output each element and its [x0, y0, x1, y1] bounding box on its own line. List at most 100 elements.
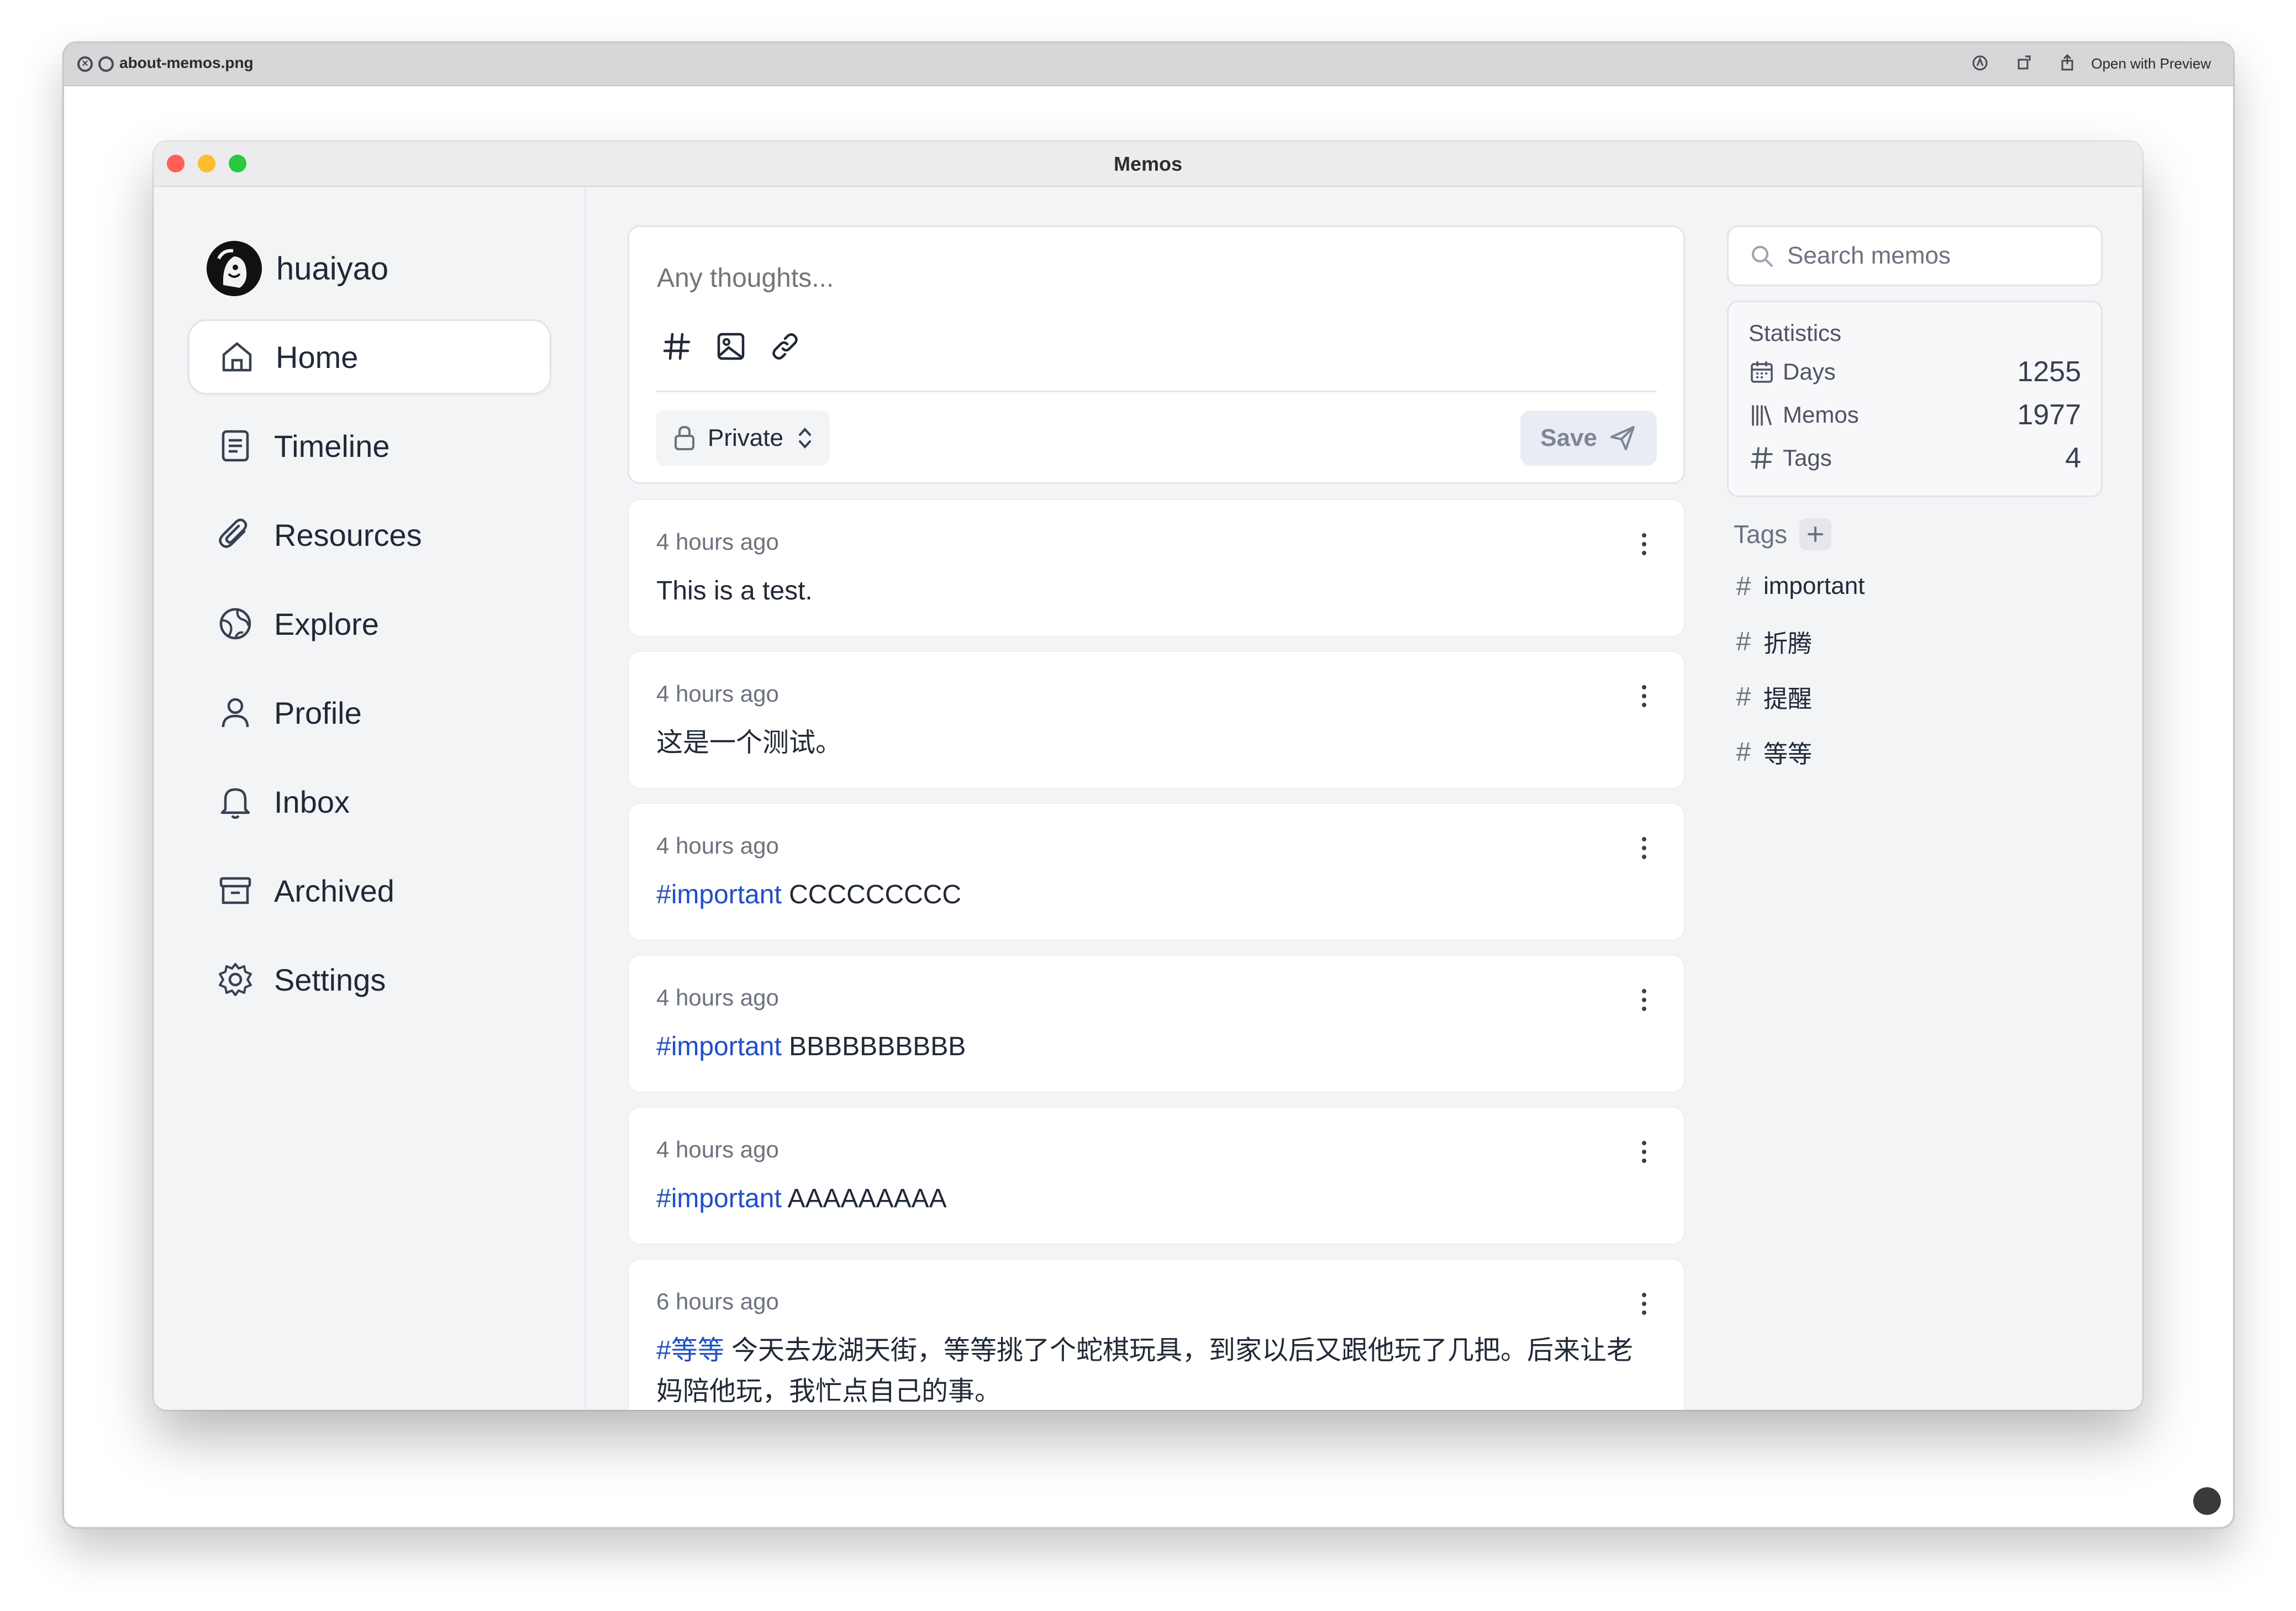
memo-card: 6 hours ago #等等 今天去龙湖天街，等等挑了个蛇棋玩具，到家以后又跟…	[628, 1259, 1685, 1410]
memo-body: CCCCCCCCC	[781, 880, 962, 909]
sidebar-item-label: Inbox	[274, 784, 350, 819]
calendar-icon	[1751, 361, 1773, 383]
fullscreen-icon[interactable]	[98, 56, 114, 72]
send-icon	[1610, 426, 1635, 450]
statistics-title: Statistics	[1749, 320, 1842, 346]
markup-icon[interactable]	[1970, 53, 1990, 73]
memo-input[interactable]	[656, 262, 1597, 294]
memo-timestamp: 4 hours ago	[656, 1136, 779, 1162]
memo-timestamp: 4 hours ago	[656, 833, 779, 859]
sidebar-item-label: Profile	[274, 695, 362, 730]
stat-label: Days	[1783, 359, 1836, 385]
sidebar-item-timeline[interactable]: Timeline	[188, 408, 551, 483]
tag-item[interactable]: # 等等	[1734, 733, 1812, 771]
paperclip-icon	[219, 518, 247, 548]
username: huaiyao	[276, 250, 389, 287]
globe-icon	[219, 608, 251, 640]
window-title: Memos	[1113, 152, 1183, 175]
sidebar-item-inbox[interactable]: Inbox	[188, 764, 551, 839]
more-vertical-icon[interactable]	[1633, 681, 1655, 712]
link-icon	[772, 333, 798, 360]
memos-app-window: Memos huaiyao Home Timeline Resources Ex…	[154, 141, 2142, 1410]
sidebar-item-home[interactable]: Home	[188, 319, 551, 394]
tag-name: important	[1763, 572, 1865, 599]
memo-body: 今天去龙湖天街，等等挑了个蛇棋玩具，到家以后又跟他玩了几把。后来让老妈陪他玩，我…	[656, 1336, 1634, 1406]
tag-item[interactable]: # 折腾	[1734, 622, 1812, 661]
search-icon	[1752, 246, 1773, 267]
user-icon	[222, 698, 249, 728]
insert-link-button[interactable]	[765, 327, 805, 366]
insert-image-button[interactable]	[711, 327, 751, 366]
save-label: Save	[1540, 424, 1597, 451]
sidebar-item-resources[interactable]: Resources	[188, 497, 551, 572]
memo-tag-link[interactable]: #important	[656, 1032, 782, 1061]
hash-icon: #	[1736, 626, 1751, 656]
add-tag-button[interactable]	[1799, 518, 1832, 550]
memo-tag-link[interactable]: #important	[656, 1184, 782, 1213]
memo-card: 4 hours ago This is a test.	[628, 499, 1685, 637]
rotate-icon[interactable]	[2014, 53, 2034, 73]
right-panel: Statistics Days 1255 Memos 1977 Tags 4 T…	[1727, 187, 2103, 1410]
memo-tag-link[interactable]: #等等	[656, 1336, 724, 1365]
memo-card: 4 hours ago #important CCCCCCCCC	[628, 803, 1685, 941]
sidebar-item-label: Explore	[274, 606, 379, 641]
library-icon	[1752, 405, 1772, 426]
tag-name: 提醒	[1763, 686, 1812, 713]
save-button[interactable]: Save	[1520, 410, 1657, 466]
memo-content: #important CCCCCCCCC	[656, 875, 1656, 915]
archive-icon	[219, 877, 251, 904]
lock-icon	[675, 425, 694, 450]
stat-memos: Memos 1977	[1749, 398, 2081, 431]
home-icon	[222, 342, 252, 372]
memo-content: This is a test.	[656, 571, 1656, 612]
sidebar-item-settings[interactable]: Settings	[188, 942, 551, 1017]
hash-icon: #	[1736, 682, 1751, 712]
sidebar-item-explore[interactable]: Explore	[188, 586, 551, 661]
memo-content: 这是一个测试。	[656, 723, 1656, 764]
tag-item[interactable]: # 提醒	[1734, 677, 1812, 716]
quicklook-toolbar: × about-memos.png Open with Preview	[64, 43, 2233, 86]
live-text-icon[interactable]	[2193, 1487, 2221, 1515]
memo-timestamp: 4 hours ago	[656, 984, 779, 1010]
app-titlebar: Memos	[154, 141, 2142, 187]
statistics-panel: Statistics Days 1255 Memos 1977 Tags 4	[1727, 301, 2103, 497]
editor-divider	[656, 391, 1657, 392]
sidebar-item-label: Resources	[274, 517, 422, 552]
memo-card: 4 hours ago #important AAAAAAAAA	[628, 1107, 1685, 1245]
memo-editor: Private Save	[628, 225, 1685, 484]
memo-content: #important BBBBBBBBBB	[656, 1026, 1656, 1067]
hash-icon: #	[1736, 571, 1751, 601]
more-vertical-icon[interactable]	[1633, 529, 1655, 560]
memo-content: #等等 今天去龙湖天街，等等挑了个蛇棋玩具，到家以后又跟他玩了几把。后来让老妈陪…	[656, 1330, 1656, 1410]
memo-body: This is a test.	[656, 576, 813, 606]
sidebar-item-label: Archived	[274, 873, 394, 908]
tag-name: 等等	[1763, 741, 1812, 768]
stat-tags: Tags 4	[1749, 441, 2081, 475]
visibility-selector[interactable]: Private	[656, 410, 830, 466]
more-vertical-icon[interactable]	[1633, 984, 1655, 1015]
search-input[interactable]	[1786, 241, 2098, 270]
sidebar-nav: Home Timeline Resources Explore Profile …	[188, 319, 551, 1031]
open-with-preview-button[interactable]: Open with Preview	[2081, 51, 2221, 76]
sidebar-item-archived[interactable]: Archived	[188, 853, 551, 928]
insert-tag-button[interactable]	[657, 327, 697, 366]
share-icon[interactable]	[2057, 53, 2077, 73]
more-vertical-icon[interactable]	[1633, 833, 1655, 864]
memo-timestamp: 4 hours ago	[656, 529, 779, 555]
more-vertical-icon[interactable]	[1633, 1136, 1655, 1167]
tag-item[interactable]: # important	[1734, 567, 1865, 606]
sidebar-item-label: Timeline	[274, 428, 390, 464]
visibility-label: Private	[708, 424, 783, 451]
close-icon[interactable]: ×	[77, 56, 93, 72]
stat-label: Tags	[1783, 445, 1832, 471]
memo-tag-link[interactable]: #important	[656, 880, 782, 909]
more-vertical-icon[interactable]	[1633, 1288, 1655, 1319]
memo-card: 4 hours ago 这是一个测试。	[628, 651, 1685, 789]
main-column: Private Save 4 hours ago This is a test.…	[628, 187, 1685, 1410]
memo-timestamp: 4 hours ago	[656, 681, 779, 707]
sidebar-item-profile[interactable]: Profile	[188, 675, 551, 750]
memo-body: AAAAAAAAA	[781, 1184, 947, 1213]
sidebar-item-label: Settings	[274, 962, 386, 997]
user-banner[interactable]: huaiyao	[207, 240, 388, 297]
stat-days: Days 1255	[1749, 355, 2081, 388]
